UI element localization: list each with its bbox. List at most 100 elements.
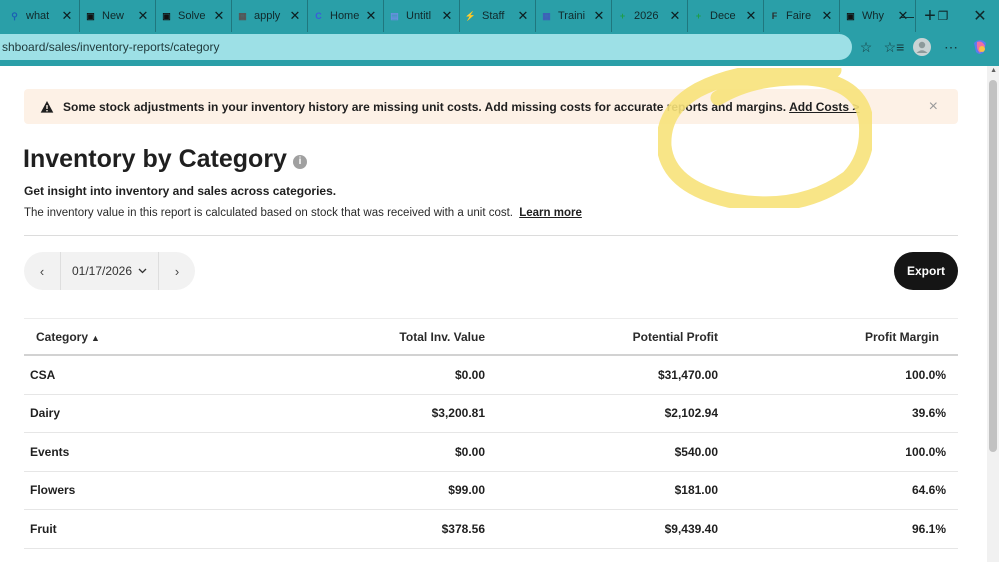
browser-tab[interactable]: ▣ Solve ✕ (156, 0, 232, 32)
tab-label: Home (330, 10, 360, 22)
cell-margin: 100.0% (905, 444, 946, 459)
cell-total: $3,200.81 (431, 406, 485, 421)
table-row[interactable]: Flowers $99.00 $181.00 64.6% (24, 472, 958, 510)
tab-close-icon[interactable]: ✕ (669, 8, 681, 24)
next-date-button[interactable]: › (159, 252, 195, 290)
export-button[interactable]: Export (894, 252, 958, 290)
tab-label: what (26, 10, 50, 22)
previous-date-button[interactable]: ‹ (24, 252, 60, 290)
table-header: Category ▲ Total Inv. Value Potential Pro… (24, 318, 958, 356)
cell-profit: $9,439.40 (664, 521, 718, 536)
banner-close-icon[interactable]: × (929, 98, 938, 116)
column-header-margin[interactable]: Profit Margin (718, 330, 952, 344)
square-app-icon: ▣ (86, 10, 95, 21)
cell-category: Events (30, 444, 70, 459)
cell-total: $99.00 (448, 483, 485, 498)
square-app-icon: ▣ (846, 10, 855, 21)
cell-total: $0.00 (454, 444, 485, 459)
tab-label: Dece (710, 10, 736, 22)
copilot-icon[interactable] (966, 32, 994, 62)
tab-close-icon[interactable]: ✕ (745, 8, 757, 24)
tab-close-icon[interactable]: ✕ (821, 8, 833, 24)
cell-total: $378.56 (441, 521, 485, 536)
tab-close-icon[interactable]: ✕ (441, 8, 453, 24)
tab-close-icon[interactable]: ✕ (213, 8, 225, 24)
learn-more-link[interactable]: Learn more (519, 207, 582, 219)
browser-tab[interactable]: + Dece ✕ (688, 0, 764, 32)
f-logo-icon: F (771, 11, 778, 21)
description-text: The inventory value in this report is ca… (24, 207, 514, 219)
plus-green-icon: + (619, 11, 626, 21)
tab-label: Untitl (406, 10, 432, 22)
tab-close-icon[interactable]: ✕ (593, 8, 605, 24)
tab-close-icon[interactable]: ✕ (517, 8, 529, 24)
tab-close-icon[interactable]: ✕ (137, 8, 149, 24)
cell-profit: $540.00 (674, 444, 718, 459)
table-row[interactable]: Events $0.00 $540.00 100.0% (24, 433, 958, 472)
chevron-down-icon (138, 268, 147, 274)
page-description: The inventory value in this report is ca… (24, 207, 582, 219)
cell-total: $0.00 (454, 367, 485, 382)
tab-label: Traini (558, 10, 586, 22)
browser-tab[interactable]: ▤ Untitl ✕ (384, 0, 460, 32)
window-close-icon[interactable]: ✕ (958, 0, 999, 32)
missing-costs-banner: Some stock adjustments in your inventory… (24, 89, 958, 124)
tab-label: New (102, 10, 125, 22)
c-logo-icon: C (315, 11, 322, 21)
table-row[interactable]: Dairy $3,200.81 $2,102.94 39.6% (24, 395, 958, 433)
sort-ascending-icon: ▲ (91, 332, 100, 343)
square-app-icon: ▣ (162, 10, 171, 21)
cell-category: Dairy (30, 406, 61, 421)
browser-tab[interactable]: ▦ apply ✕ (232, 0, 308, 32)
tab-label: 2026 (634, 10, 659, 22)
date-value: 01/17/2026 (71, 264, 133, 278)
cell-profit: $181.00 (674, 483, 718, 498)
section-divider (24, 235, 958, 236)
table-row[interactable]: Fruit $378.56 $9,439.40 96.1% (24, 510, 958, 549)
page-title-text: Inventory by Category (23, 145, 287, 173)
browser-tab[interactable]: ▦ Traini ✕ (536, 0, 612, 32)
column-header-profit[interactable]: Potential Profit (485, 330, 718, 344)
url-text: shboard/sales/inventory-reports/category (2, 40, 220, 54)
browser-tab[interactable]: +2026 ✕ (612, 0, 688, 32)
table-row[interactable]: CSA $0.00 $31,470.00 100.0% (24, 356, 958, 395)
tab-label: Faire (786, 10, 812, 22)
browser-tab[interactable]: ⚲ what ✕ (4, 0, 80, 32)
search-icon: ⚲ (11, 10, 18, 21)
sheet-icon: ▦ (542, 10, 551, 21)
profile-avatar-icon[interactable] (908, 32, 936, 62)
cell-margin: 64.6% (911, 483, 946, 498)
info-icon[interactable]: i (292, 154, 307, 169)
scroll-up-icon[interactable]: ▲ (990, 67, 997, 74)
tab-strip: ⚲ what ✕ ▣ New ✕ ▣ Solve ✕ ▦ apply ✕ C Home ✕ ▤ Untitl ✕ ⚡… (0, 0, 999, 32)
tab-close-icon[interactable]: ✕ (289, 8, 301, 24)
column-header-total[interactable]: Total Inv. Value (184, 330, 485, 344)
browser-tab[interactable]: F Faire ✕ (764, 0, 840, 32)
date-picker: ‹ 01/17/2026 › (24, 252, 195, 290)
document-app-icon: ▦ (238, 10, 247, 21)
cell-margin: 100.0% (905, 367, 946, 382)
bolt-icon: ⚡ (464, 10, 477, 21)
page-subtitle: Get insight into inventory and sales acr… (24, 184, 337, 198)
tab-close-icon[interactable]: ✕ (365, 8, 377, 24)
tab-label: Solve (178, 10, 206, 22)
warning-icon (40, 100, 54, 113)
cell-category: Flowers (30, 483, 76, 498)
add-costs-link[interactable]: Add Costs > (789, 100, 859, 114)
cell-margin: 39.6% (911, 406, 946, 421)
browser-tab[interactable]: ⚡ Staff ✕ (460, 0, 536, 32)
browser-tab[interactable]: ▣ New ✕ (80, 0, 156, 32)
column-header-category[interactable]: Category ▲ (24, 330, 184, 344)
tab-close-icon[interactable]: ✕ (61, 8, 73, 24)
browser-tab[interactable]: C Home ✕ (308, 0, 384, 32)
favorites-list-icon[interactable]: ☆≡ (880, 32, 908, 62)
scrollbar-thumb[interactable] (989, 80, 997, 452)
cell-category: CSA (30, 367, 56, 382)
more-options-icon[interactable]: ⋯ (937, 32, 965, 62)
plus-green-icon: + (695, 11, 702, 21)
favorite-star-icon[interactable]: ☆ (852, 32, 880, 62)
address-bar[interactable]: shboard/sales/inventory-reports/category (0, 34, 852, 60)
tab-label: apply (254, 10, 281, 22)
date-select[interactable]: 01/17/2026 (61, 264, 158, 278)
tab-label: Staff (482, 10, 505, 22)
